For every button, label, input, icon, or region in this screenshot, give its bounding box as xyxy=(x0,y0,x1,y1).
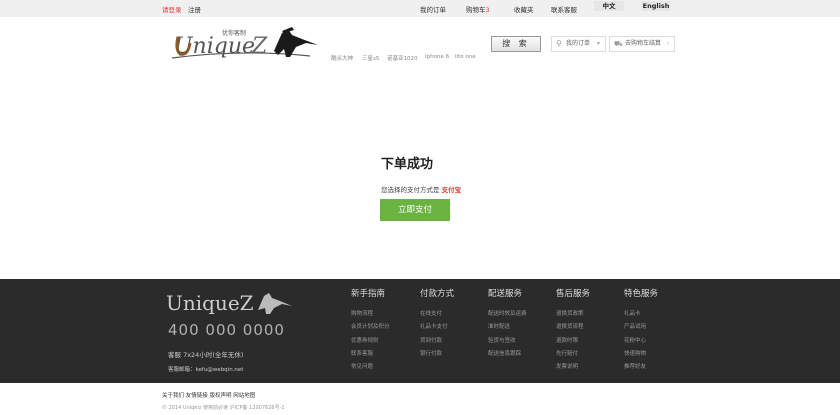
footer-link[interactable]: 快速购物 xyxy=(624,349,658,362)
my-order-dropdown[interactable]: ⚲ 我的订单 ▾ xyxy=(551,36,606,52)
pay-now-button[interactable]: 立即支付 xyxy=(380,199,450,221)
page-title: 下单成功 xyxy=(381,157,434,172)
service-email: 客服邮箱：kefu@webqin.net xyxy=(168,365,243,373)
footer-link[interactable]: 花粉中心 xyxy=(624,336,658,349)
cart-icon: ⛟ xyxy=(614,40,623,48)
chevron-down-icon: ▾ xyxy=(597,40,601,47)
register-link[interactable]: 注册 xyxy=(188,4,201,14)
footer-column-title: 新手指南 xyxy=(351,289,386,299)
service-email-label: 客服邮箱： xyxy=(168,367,196,373)
footer-link[interactable]: 联系客服 xyxy=(351,349,390,362)
footer-link[interactable]: 礼品卡支付 xyxy=(420,322,454,335)
user-icon: ⚲ xyxy=(556,39,562,48)
go-to-cart-button[interactable]: ⛟ 去购物车结算 › xyxy=(609,36,675,52)
svg-text:Z: Z xyxy=(251,34,268,59)
footer-link[interactable]: 购物流程 xyxy=(351,309,390,322)
footer-link[interactable]: 退换货政策 xyxy=(556,309,590,322)
hot-link[interactable]: 三星s5 xyxy=(362,54,379,62)
footer-column-guide: 新手指南 购物流程 会员计划及积分 优惠券规则 联系客服 常见问题 xyxy=(351,287,390,375)
footer-link[interactable]: 退款时限 xyxy=(556,336,590,349)
footer-column-payment: 付款方式 在线支付 礼品卡支付 货到付款 银行付款 xyxy=(420,287,454,362)
cart-link[interactable]: 购物车3 xyxy=(466,4,490,14)
hot-link[interactable]: 酷派大神 xyxy=(331,54,353,62)
hot-link[interactable]: 诺基亚1020 xyxy=(387,54,418,62)
logo-graphic: Unique Z 优你客制 xyxy=(171,27,318,59)
footer-link[interactable]: 发票说明 xyxy=(556,362,590,375)
cart-count: 3 xyxy=(485,6,490,14)
footer-link[interactable]: 常见问题 xyxy=(351,362,390,375)
login-link[interactable]: 请登录 xyxy=(162,4,182,14)
footer-column-special: 特色服务 礼品卡 产品试用 花粉中心 快速购物 推荐好友 xyxy=(624,287,658,375)
footer-link[interactable]: 银行付款 xyxy=(420,349,454,362)
site-logo[interactable]: Unique Z 优你客制 xyxy=(170,23,330,63)
lang-english-button[interactable]: English xyxy=(641,1,671,11)
my-order-label: 我的订单 xyxy=(566,40,591,47)
footer-link[interactable]: 产品试用 xyxy=(624,322,658,335)
contact-service-link[interactable]: 联系客服 xyxy=(551,4,577,14)
favorites-link[interactable]: 收藏夹 xyxy=(514,4,534,14)
footer-column-title: 特色服务 xyxy=(624,289,659,299)
top-bar: 请登录 注册 我的订单 购物车3 收藏夹 联系客服 中文 English xyxy=(0,0,840,17)
footer-column-title: 付款方式 xyxy=(420,289,455,299)
hot-link[interactable]: Iphone 6 xyxy=(425,54,449,60)
footer-link[interactable]: 会员计划及积分 xyxy=(351,322,390,335)
payment-method-value: 支付宝 xyxy=(441,186,462,194)
bottom-links[interactable]: 关于我们 友情链接 版权声明 网站地图 xyxy=(162,391,255,399)
footer-link[interactable]: 退换货流程 xyxy=(556,322,590,335)
footer: UniqueZ 400 000 0000 客服 7x24小时(全年无休) 客服邮… xyxy=(0,279,840,383)
cart-label: 购物车 xyxy=(466,6,486,14)
footer-link[interactable]: 礼品卡 xyxy=(624,309,658,322)
footer-logo-graphic: UniqueZ xyxy=(166,291,292,315)
footer-link[interactable]: 先行赔付 xyxy=(556,349,590,362)
footer-link[interactable]: 优惠券规则 xyxy=(351,336,390,349)
my-orders-link[interactable]: 我的订单 xyxy=(420,4,446,14)
hotline-number: 400 000 0000 xyxy=(168,321,285,339)
payment-method-text: 您选择的支付方式是 支付宝 xyxy=(381,184,461,194)
search-button[interactable]: 搜 索 xyxy=(491,36,541,52)
header: Unique Z 优你客制 酷派大神 三星s5 诺基亚1020 Iphone 6… xyxy=(0,17,840,77)
lang-chinese-button[interactable]: 中文 xyxy=(594,1,624,11)
footer-column-title: 配送服务 xyxy=(488,289,523,299)
service-email-value[interactable]: kefu@webqin.net xyxy=(196,367,244,373)
hot-link[interactable]: Iito one xyxy=(455,54,476,60)
footer-link[interactable]: 准时配送 xyxy=(488,322,527,335)
footer-column-title: 售后服务 xyxy=(556,289,591,299)
copyright-text: © 2014 Uniqeiz 使用前必读 沪ICP备 12007626号-1 xyxy=(162,405,285,411)
footer-link[interactable]: 在线支付 xyxy=(420,309,454,322)
footer-link[interactable]: 验货与签收 xyxy=(488,336,527,349)
payment-method-label: 您选择的支付方式是 xyxy=(381,186,440,194)
footer-link[interactable]: 推荐好友 xyxy=(624,362,658,375)
service-hours: 客服 7x24小时(全年无休) xyxy=(168,351,244,359)
svg-text:UniqueZ: UniqueZ xyxy=(166,291,254,315)
chevron-right-icon: › xyxy=(667,40,670,47)
footer-link[interactable]: 配送时效及运费 xyxy=(488,309,527,322)
footer-column-aftersales: 售后服务 退换货政策 退换货流程 退款时限 先行赔付 发票说明 xyxy=(556,287,590,375)
svg-text:Unique: Unique xyxy=(174,34,255,59)
footer-column-delivery: 配送服务 配送时效及运费 准时配送 验货与签收 配送信息跟踪 xyxy=(488,287,527,362)
footer-logo: UniqueZ xyxy=(166,288,296,316)
footer-link[interactable]: 配送信息跟踪 xyxy=(488,349,527,362)
footer-link[interactable]: 货到付款 xyxy=(420,336,454,349)
go-to-cart-label: 去购物车结算 xyxy=(625,40,662,47)
svg-text:优你客制: 优你客制 xyxy=(222,29,246,37)
